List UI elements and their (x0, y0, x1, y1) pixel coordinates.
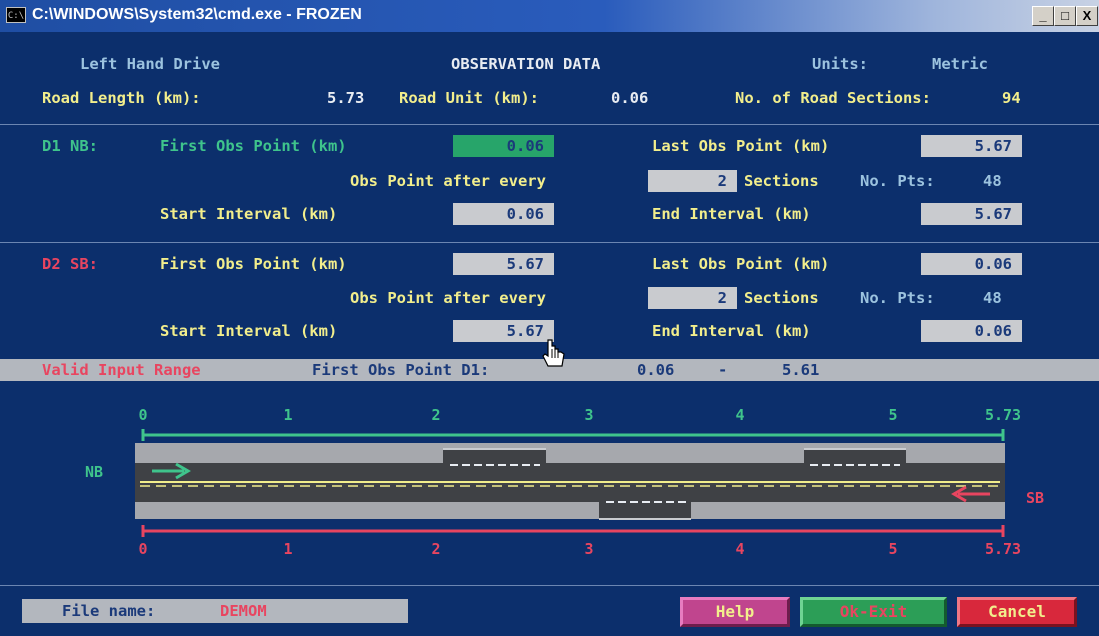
nb-tick-label: 5 (888, 406, 897, 424)
nb-widening (443, 449, 546, 463)
sb-tick-label: 3 (584, 540, 593, 558)
ok-exit-button[interactable]: Ok-Exit (800, 597, 947, 627)
sb-widening-edge (599, 518, 691, 520)
nb-tick-label: 3 (584, 406, 593, 424)
nb-tick-label: 0 (138, 406, 147, 424)
cmd-window: C:\ C:\WINDOWS\System32\cmd.exe - FROZEN… (0, 0, 1099, 636)
cancel-button[interactable]: Cancel (957, 597, 1077, 627)
sb-widening (599, 502, 691, 519)
nb-widening (804, 449, 906, 463)
file-name-label: File name: (62, 602, 156, 620)
nb-widening-edge (443, 448, 546, 450)
sb-tick-label: 5 (888, 540, 897, 558)
help-button[interactable]: Help (680, 597, 790, 627)
sb-tick-label: 1 (283, 540, 292, 558)
sb-tick-label: 0 (138, 540, 147, 558)
hand-cursor-icon (542, 339, 565, 367)
nb-tick-label: 1 (283, 406, 292, 424)
nb-direction-label: NB (85, 463, 103, 481)
nb-tick-label: 2 (431, 406, 440, 424)
divider (0, 585, 1099, 586)
sb-tick-label: 2 (431, 540, 440, 558)
file-name-value: DEMOM (220, 602, 267, 620)
sb-direction-label: SB (1026, 489, 1044, 507)
sb-tick-label: 4 (735, 540, 744, 558)
road-diagram: 0 1 2 3 4 5 5.73 NB 0 1 2 3 4 5 5.73 SB (85, 339, 1044, 558)
nb-widening-edge (804, 448, 906, 450)
nb-tick-label: 4 (735, 406, 744, 424)
nb-tick-label: 5.73 (985, 406, 1021, 424)
sb-tick-label: 5.73 (985, 540, 1021, 558)
